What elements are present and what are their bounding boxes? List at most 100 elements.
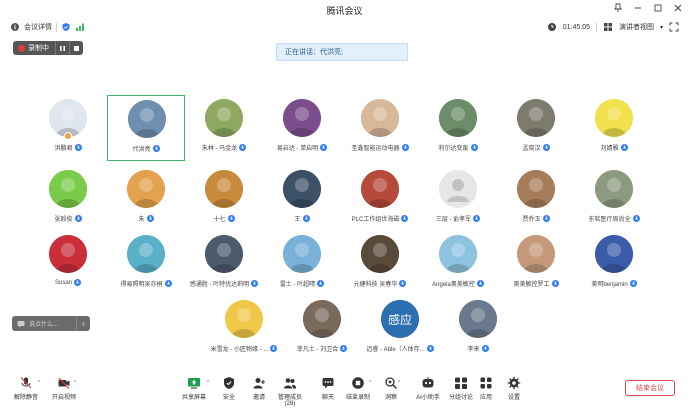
signal-bars-icon bbox=[75, 22, 85, 32]
record-dot-icon bbox=[18, 44, 25, 52]
participant-tile[interactable]: 感应迈睿 - Able（人体存... bbox=[361, 296, 439, 362]
participant-tile[interactable]: 东软医疗周尚全 bbox=[575, 166, 653, 232]
participant-tile[interactable]: 贾乔玉 bbox=[497, 166, 575, 232]
info-icon[interactable] bbox=[10, 22, 20, 32]
participant-tile[interactable]: 奥美敏控罗工 bbox=[497, 231, 575, 297]
pause-icon bbox=[60, 45, 65, 51]
participant-name-row: 刘婧雅 bbox=[575, 143, 653, 152]
share-screen-icon bbox=[187, 376, 201, 390]
participant-name: Susan bbox=[54, 279, 72, 286]
participant-tile[interactable]: 三层 - 俞孝军 bbox=[419, 166, 497, 232]
participant-tile[interactable]: 米雪龙 - 小匠物缘 - ... bbox=[205, 296, 283, 362]
participant-tile[interactable]: 代洪亮 bbox=[107, 95, 185, 161]
collapse-chat-button[interactable]: ‹ bbox=[76, 316, 90, 331]
avatar bbox=[49, 170, 87, 208]
toolbar-chat-button[interactable]: 聊天 bbox=[313, 376, 343, 401]
participant-tile[interactable]: 洪鹏君 bbox=[29, 95, 107, 161]
chevron-up-icon[interactable]: ^ bbox=[398, 380, 400, 386]
participant-name: 得易照明吴亦桐 bbox=[120, 282, 163, 288]
divider bbox=[595, 22, 597, 32]
avatar: 感应 bbox=[381, 300, 419, 338]
participant-tile[interactable]: 圣鑫智能运动电器 bbox=[341, 95, 419, 161]
avatar bbox=[595, 235, 633, 273]
participant-tile[interactable]: 菲凡士 - 刘卫合 bbox=[283, 296, 361, 362]
participant-tile[interactable]: 王 bbox=[263, 166, 341, 232]
participant-name-row: 王 bbox=[263, 214, 341, 223]
pause-recording-button[interactable] bbox=[55, 41, 69, 55]
toolbar-apps-button[interactable]: 应用 bbox=[471, 376, 501, 401]
minimize-icon[interactable] bbox=[633, 3, 643, 13]
fullscreen-icon[interactable] bbox=[669, 22, 679, 32]
participant-tile[interactable]: 孟晓汉 bbox=[497, 95, 575, 161]
participant-name: 三层 - 俞孝军 bbox=[435, 217, 472, 223]
toolbar-settings-button[interactable]: 设置 bbox=[499, 376, 529, 401]
participant-tile[interactable]: 雷士 - 叶超晴 bbox=[263, 231, 341, 297]
toolbar-members-button[interactable]: 管理成员(28) bbox=[275, 376, 305, 407]
participant-name: 洪鹏君 bbox=[54, 146, 73, 152]
participant-tile[interactable]: 张毅俊 bbox=[29, 166, 107, 232]
toolbar-shield-button[interactable]: 安全 bbox=[214, 376, 244, 401]
divider bbox=[56, 22, 57, 32]
meeting-details-link[interactable]: 会议详情 bbox=[24, 22, 52, 32]
toolbar-add-user-button[interactable]: 邀请 bbox=[244, 376, 274, 401]
participant-tile[interactable]: 美明benjamin bbox=[575, 231, 653, 297]
stop-recording-button[interactable] bbox=[69, 41, 83, 55]
participant-name-row: 元健科技 吴春华 bbox=[341, 279, 419, 288]
grid-view-icon[interactable] bbox=[603, 22, 613, 32]
chat-quick-input[interactable]: 说点什么... ‹ bbox=[12, 316, 90, 331]
avatar bbox=[439, 170, 477, 208]
participant-tile[interactable]: Susan bbox=[29, 231, 107, 297]
chat-bubble-icon bbox=[17, 320, 25, 327]
chevron-up-icon[interactable]: ^ bbox=[38, 380, 40, 386]
microphone-icon bbox=[542, 215, 550, 222]
participant-tile[interactable]: 元健科技 吴春华 bbox=[341, 231, 419, 297]
settings-icon bbox=[507, 376, 521, 390]
participant-tile[interactable]: 感通胜 - 叶特优达莉明 bbox=[185, 231, 263, 297]
close-icon[interactable] bbox=[673, 3, 683, 13]
microphone-icon bbox=[74, 279, 81, 286]
avatar bbox=[127, 170, 165, 208]
chevron-up-icon[interactable]: ^ bbox=[74, 380, 76, 386]
participant-tile[interactable]: 利尔达变废 bbox=[419, 95, 497, 161]
chevron-up-icon[interactable]: ^ bbox=[207, 380, 209, 386]
microphone-icon bbox=[152, 145, 160, 152]
shield-icon[interactable] bbox=[61, 22, 71, 32]
pin-icon[interactable] bbox=[613, 3, 623, 13]
speaking-indicator: 正在讲话：代洪亮; bbox=[276, 43, 408, 61]
avatar bbox=[361, 99, 399, 137]
participant-name: 利尔达变废 bbox=[438, 146, 469, 152]
microphone-icon bbox=[164, 280, 172, 287]
participant-tile[interactable]: 李来 bbox=[439, 296, 517, 362]
participant-tile[interactable]: 朱林 - 马金龙 bbox=[185, 95, 263, 161]
participant-tile[interactable]: PLC工作组世海磁 bbox=[341, 166, 419, 232]
avatar bbox=[361, 235, 399, 273]
avatar bbox=[517, 170, 555, 208]
participant-name-row: 洪鹏君 bbox=[29, 143, 107, 152]
participant-name: Angela奥美敏控 bbox=[432, 282, 475, 288]
participant-tile[interactable]: 十七 bbox=[185, 166, 263, 232]
participant-tile[interactable]: 刘婧雅 bbox=[575, 95, 653, 161]
toolbar-ai-assistant-button[interactable]: AI小助手 bbox=[413, 376, 443, 401]
participant-tile[interactable]: 易启达 - 单启明 bbox=[263, 95, 341, 161]
view-mode-button[interactable]: 演讲者视图 bbox=[619, 22, 654, 32]
microphone-icon bbox=[270, 345, 278, 352]
chevron-up-icon[interactable]: ^ bbox=[369, 380, 371, 386]
toolbar-label: 解除静音 bbox=[13, 395, 38, 401]
toolbar-insight-button[interactable]: 洞察 bbox=[376, 376, 406, 401]
end-meeting-button[interactable]: 结束会议 bbox=[625, 380, 675, 396]
participant-tile[interactable]: Angela奥美敏控 bbox=[419, 231, 497, 297]
maximize-icon[interactable] bbox=[653, 3, 663, 13]
participant-tile[interactable]: 得易照明吴亦桐 bbox=[107, 231, 185, 297]
avatar bbox=[439, 99, 477, 137]
participant-name: 雷士 - 叶超晴 bbox=[279, 282, 316, 288]
participant-tile[interactable]: 朱 bbox=[107, 166, 185, 232]
participant-name-row: 代洪亮 bbox=[108, 144, 184, 153]
chevron-down-icon[interactable]: ▾ bbox=[660, 24, 663, 31]
microphone-icon bbox=[317, 280, 325, 287]
microphone-icon bbox=[74, 144, 82, 151]
toolbar-label: 聊天 bbox=[321, 395, 334, 401]
toolbar-label: 结束录制 bbox=[345, 395, 370, 401]
toolbar-microphone-muted-button[interactable]: 解除静音 bbox=[11, 376, 41, 401]
participant-name-row: 迈睿 - Able（人体存... bbox=[361, 344, 439, 353]
toolbar-share-screen-button[interactable]: 共享屏幕 bbox=[179, 376, 209, 401]
